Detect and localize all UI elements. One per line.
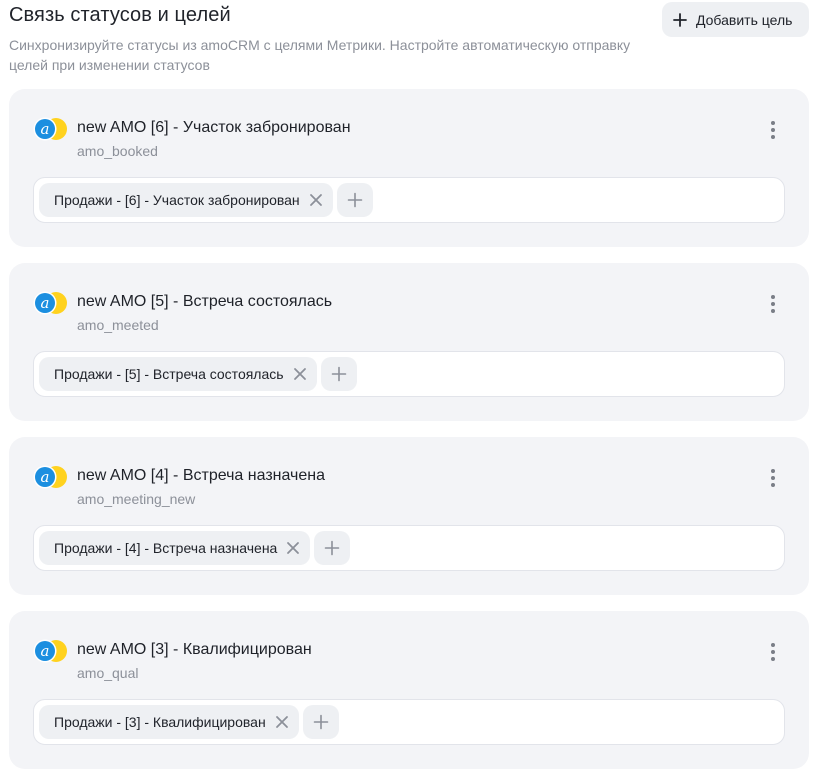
close-icon[interactable] xyxy=(309,193,323,207)
goal-code: amo_meeting_new xyxy=(77,491,196,507)
status-field[interactable]: Продажи - [3] - Квалифицирован xyxy=(33,699,785,745)
status-chip: Продажи - [6] - Участок забронирован xyxy=(39,183,333,217)
svg-text:a: a xyxy=(41,120,50,138)
status-chip-label: Продажи - [6] - Участок забронирован xyxy=(54,192,300,208)
goal-code: amo_booked xyxy=(77,143,158,159)
add-status-button[interactable] xyxy=(314,531,351,565)
plus-icon xyxy=(347,192,362,208)
more-menu-icon[interactable] xyxy=(763,118,783,142)
add-status-button[interactable] xyxy=(302,705,339,739)
close-icon[interactable] xyxy=(286,541,300,555)
goal-title: new AMO [5] - Встреча состоялась xyxy=(77,293,333,310)
status-field[interactable]: Продажи - [4] - Встреча назначена xyxy=(33,525,785,571)
amocrm-logo-icon: a xyxy=(33,465,67,489)
svg-text:a: a xyxy=(41,468,50,486)
close-icon[interactable] xyxy=(293,367,307,381)
more-menu-icon[interactable] xyxy=(763,640,783,664)
add-goal-button[interactable]: Добавить цель xyxy=(662,2,809,37)
plus-icon xyxy=(331,366,346,382)
goal-card: a new AMO [3] - Квалифицирован amo_qual … xyxy=(9,611,809,769)
svg-text:a: a xyxy=(41,642,50,660)
page-title: Связь статусов и целей xyxy=(9,4,231,26)
more-menu-icon[interactable] xyxy=(763,292,783,316)
svg-text:a: a xyxy=(41,294,50,312)
goal-title: new AMO [4] - Встреча назначена xyxy=(77,467,325,484)
status-chip: Продажи - [4] - Встреча назначена xyxy=(39,531,311,565)
add-status-button[interactable] xyxy=(320,357,357,391)
plus-icon xyxy=(313,714,328,730)
goal-card: a new AMO [6] - Участок забронирован amo… xyxy=(9,89,809,247)
plus-icon xyxy=(673,12,687,27)
amocrm-logo-icon: a xyxy=(33,291,67,315)
more-menu-icon[interactable] xyxy=(763,466,783,490)
status-chip: Продажи - [3] - Квалифицирован xyxy=(39,705,299,739)
status-chip: Продажи - [5] - Встреча состоялась xyxy=(39,357,317,391)
add-status-button[interactable] xyxy=(336,183,373,217)
add-goal-label: Добавить цель xyxy=(696,11,793,28)
goal-card: a new AMO [4] - Встреча назначена amo_me… xyxy=(9,437,809,595)
goal-code: amo_qual xyxy=(77,665,139,681)
status-chip-label: Продажи - [3] - Квалифицирован xyxy=(54,714,266,730)
status-chip-label: Продажи - [5] - Встреча состоялась xyxy=(54,366,284,382)
goal-card: a new AMO [5] - Встреча состоялась amo_m… xyxy=(9,263,809,421)
plus-icon xyxy=(325,540,340,556)
goal-code: amo_meeted xyxy=(77,317,159,333)
amocrm-logo-icon: a xyxy=(33,639,67,663)
page-header: Связь статусов и целей Синхронизируйте с… xyxy=(0,0,820,80)
status-field[interactable]: Продажи - [6] - Участок забронирован xyxy=(33,177,785,223)
goal-title: new AMO [3] - Квалифицирован xyxy=(77,641,312,658)
status-field[interactable]: Продажи - [5] - Встреча состоялась xyxy=(33,351,785,397)
goal-title: new AMO [6] - Участок забронирован xyxy=(77,119,351,136)
amocrm-logo-icon: a xyxy=(33,117,67,141)
status-chip-label: Продажи - [4] - Встреча назначена xyxy=(54,540,278,556)
close-icon[interactable] xyxy=(275,715,289,729)
page-description: Синхронизируйте статусы из amoCRM с целя… xyxy=(9,37,631,73)
